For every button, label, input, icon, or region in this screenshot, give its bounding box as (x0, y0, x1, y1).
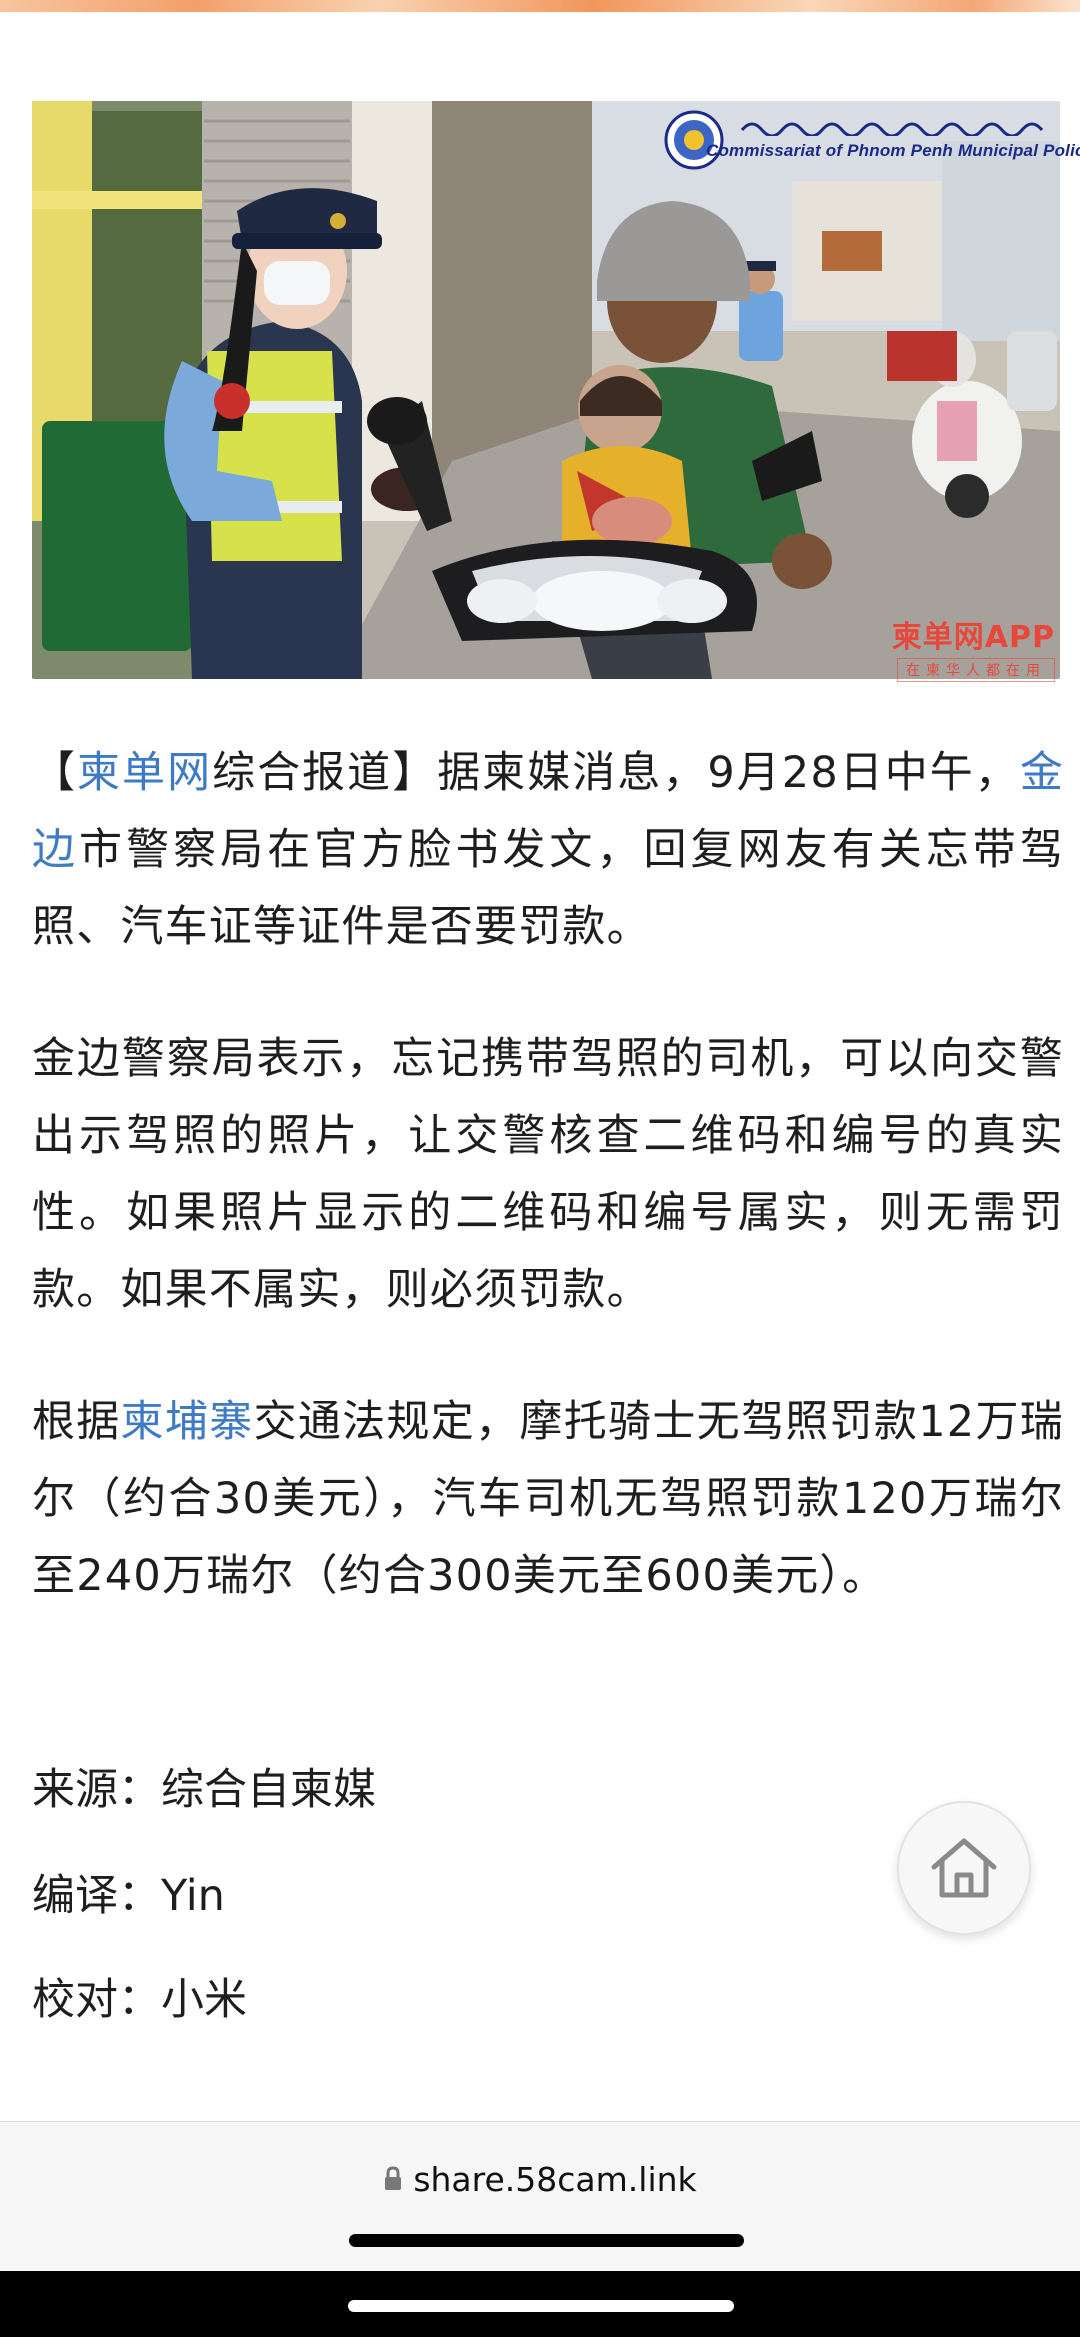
translator-line: 编译：Yin (32, 1871, 225, 1921)
watermark-brand: 柬单网APP (891, 620, 1055, 655)
top-decorative-strip (0, 0, 1080, 12)
paragraph-1: 【柬单网综合报道】据柬媒消息，9月28日中午，金边市警察局在官方脸书发文，回复网… (32, 735, 1064, 966)
article-photo[interactable] (32, 101, 1060, 679)
app-watermark: 柬单网APP 在柬华人都在用 (850, 612, 1055, 682)
source-line: 来源：综合自柬媒 (32, 1765, 376, 1815)
police-logo-caption: Commissariat of Phnom Penh Municipal Pol… (706, 141, 1080, 160)
system-home-indicator[interactable] (348, 2300, 734, 2312)
photo-illustration (32, 101, 1060, 679)
url-display[interactable]: share.58cam.link (0, 2160, 1080, 2199)
browser-address-bar[interactable]: share.58cam.link (0, 2121, 1080, 2272)
paragraph-1-text-a: 综合报道】据柬媒消息，9月28日中午， (212, 748, 1020, 798)
paragraph-3-text-a: 根据 (32, 1397, 121, 1447)
home-icon (931, 1838, 997, 1898)
khmer-logo-script-icon (740, 122, 1044, 136)
watermark-tagline: 在柬华人都在用 (897, 658, 1055, 682)
home-button[interactable] (897, 1801, 1031, 1935)
source-link[interactable]: 柬单网 (77, 748, 212, 798)
url-text: share.58cam.link (413, 2160, 697, 2199)
lock-icon (385, 2165, 402, 2190)
paragraph-3: 根据柬埔寨交通法规定，摩托骑士无驾照罚款12万瑞尔（约合30美元），汽车司机无驾… (32, 1384, 1064, 1615)
police-seal-icon (664, 110, 724, 170)
proofreader-line: 校对：小米 (32, 1975, 247, 2025)
browser-handle-bar[interactable] (349, 2234, 744, 2247)
country-link[interactable]: 柬埔寨 (121, 1397, 254, 1447)
article-body: 【柬单网综合报道】据柬媒消息，9月28日中午，金边市警察局在官方脸书发文，回复网… (32, 735, 1064, 1615)
paragraph-1-text-b: 市警察局在官方脸书发文，回复网友有关忘带驾照、汽车证等证件是否要罚款。 (32, 825, 1065, 952)
paragraph-2: 金边警察局表示，忘记携带驾照的司机，可以向交警出示驾照的照片，让交警核查二维码和… (32, 1034, 1064, 1315)
open-bracket: 【 (32, 748, 78, 798)
